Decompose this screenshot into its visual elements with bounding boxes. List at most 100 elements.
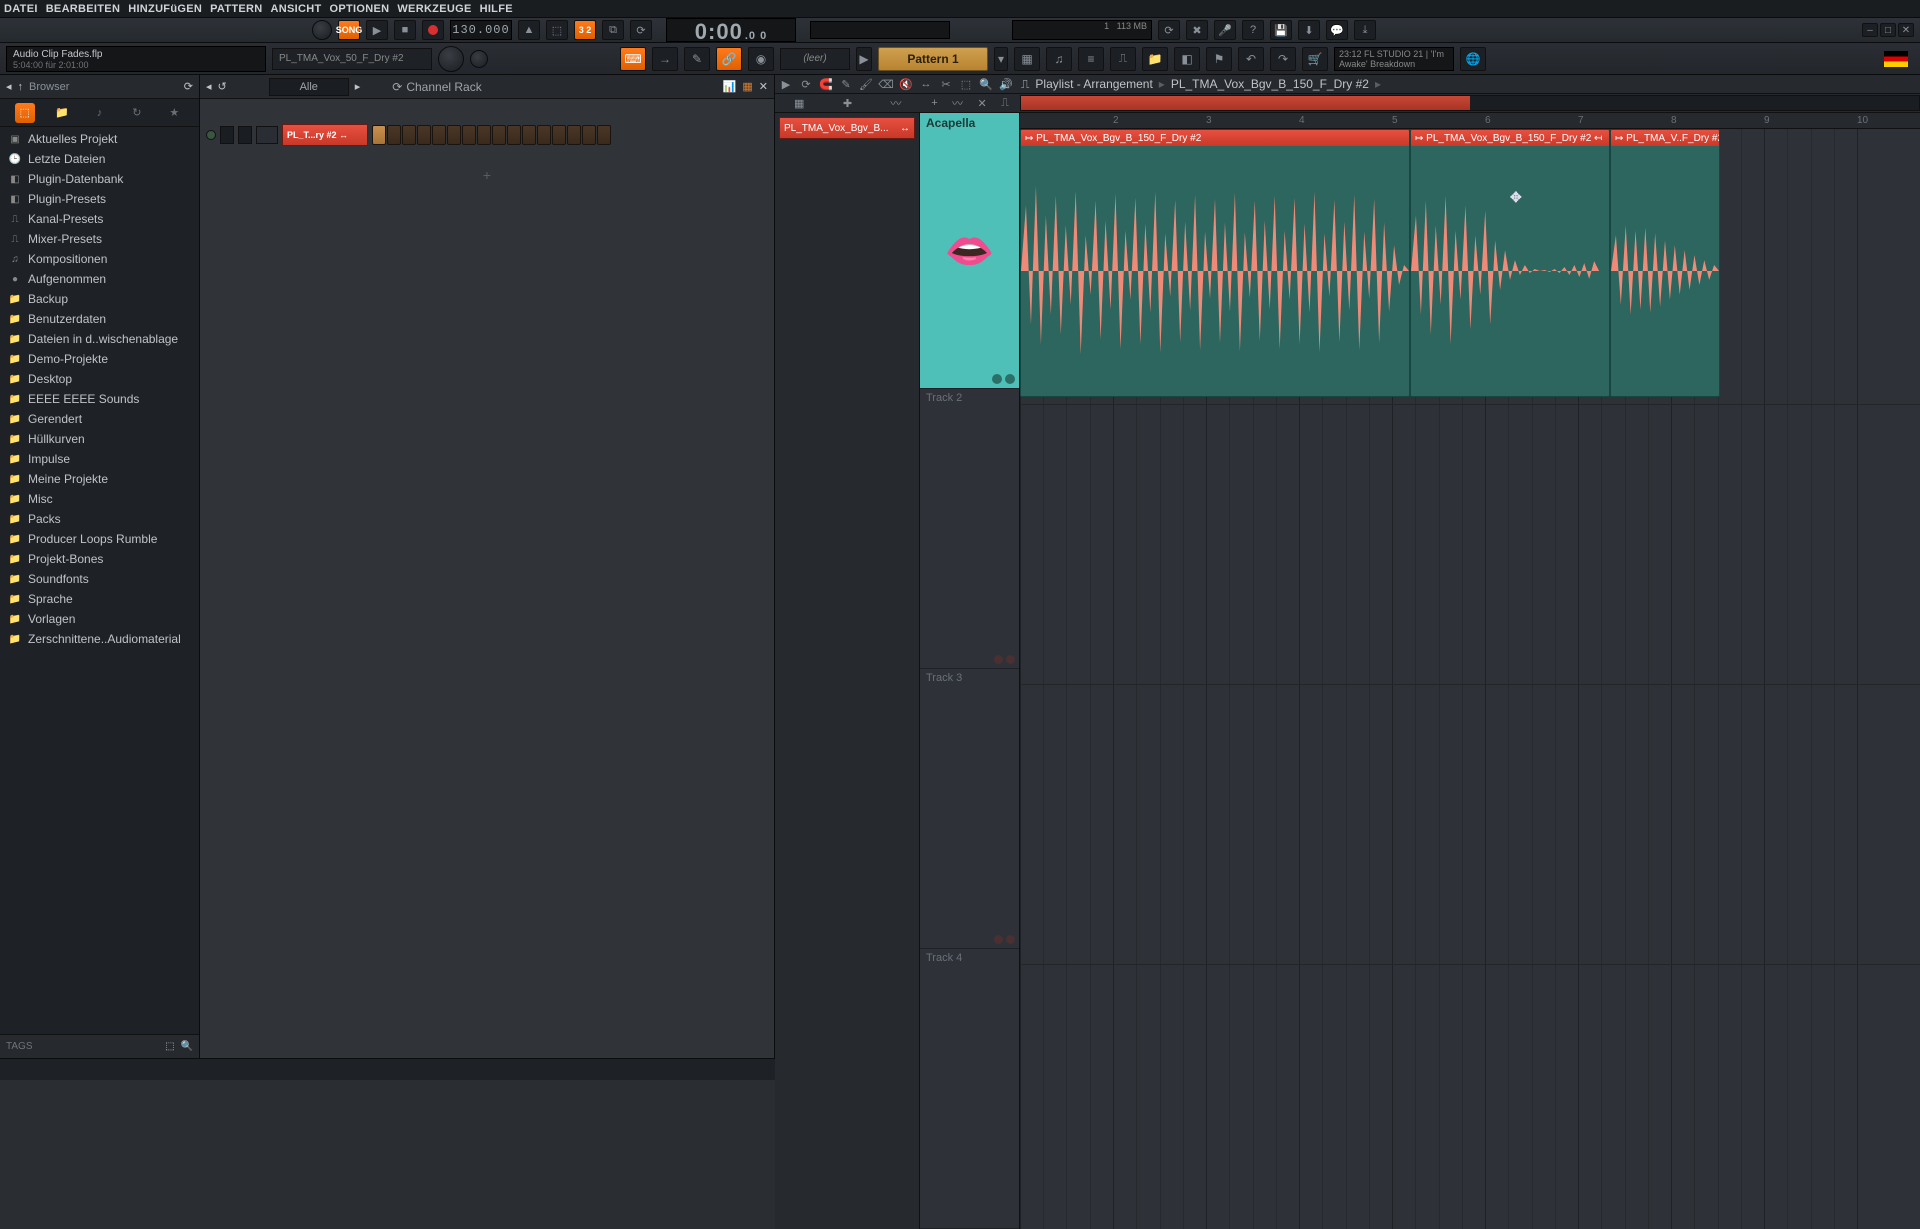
close-button[interactable]: ✕ [1898,23,1914,37]
step-4[interactable] [417,125,431,145]
plugin-icon[interactable]: ◧ [1174,47,1200,71]
loop-rec-icon[interactable]: ⟳ [630,20,652,40]
menu-bearbeiten[interactable]: BEARBEITEN [46,3,121,15]
play-button[interactable]: ▶ [366,20,388,40]
pl-magnet-icon[interactable]: 🧲 [817,75,835,93]
pl-mute-icon[interactable]: 🔇 [897,75,915,93]
pl-sync-icon[interactable]: ⟳ [797,75,815,93]
time-ruler[interactable]: 2 3 4 5 6 7 8 9 10 [1020,113,1920,129]
metronome-icon[interactable]: ▲ [518,20,540,40]
minimize-button[interactable]: – [1862,23,1878,37]
track-header-1[interactable]: Acapella 👄 [920,113,1019,389]
clip-1-header[interactable]: ↦ PL_TMA_Vox_Bgv_B_150_F_Dry #2 [1021,130,1409,146]
channel-button[interactable]: PL_T...ry #2 ↔ [282,124,368,146]
undo-icon[interactable]: ↶ [1238,47,1264,71]
pl-select-icon[interactable]: ⬚ [957,75,975,93]
step-13[interactable] [552,125,566,145]
piano-roll-icon[interactable]: ♫ [1046,47,1072,71]
render-icon[interactable]: ⬇ [1298,20,1320,40]
cr-graph-icon[interactable]: 📊 [723,80,737,93]
channel-rack-icon[interactable]: ≡ [1078,47,1104,71]
step-14[interactable] [567,125,581,145]
tree-item-kanal-presets[interactable]: ⎍Kanal-Presets [0,209,199,229]
track-2-name[interactable]: Track 2 [920,389,1019,407]
step-5[interactable] [432,125,446,145]
overdub-icon[interactable]: ⧉ [602,20,624,40]
tree-item-mixer-presets[interactable]: ⎍Mixer-Presets [0,229,199,249]
browser-icon[interactable]: 📁 [1142,47,1168,71]
step-3[interactable] [402,125,416,145]
wait-input-icon[interactable]: ⬚ [546,20,568,40]
audio-clip-2[interactable]: ↦ PL_TMA_Vox_Bgv_B_150_F_Dry #2 ↤ [1410,129,1610,397]
maximize-button[interactable]: □ [1880,23,1896,37]
menu-werkzeuge[interactable]: WERKZEUGE [397,3,471,15]
typing-keyboard-icon[interactable]: ⌨ [620,47,646,71]
tree-item-sprache[interactable]: 📁Sprache [0,589,199,609]
track-close-icon[interactable]: ✕ [977,97,986,110]
pl-brush-icon[interactable]: 🖌 [857,75,875,93]
add-channel-button[interactable]: + [200,167,774,183]
track-1-name[interactable]: Acapella [920,113,1019,133]
clip-3-header[interactable]: ↦ PL_TMA_V..F_Dry #2 [1611,130,1719,146]
menu-ansicht[interactable]: ANSICHT [271,3,322,15]
track-add-icon[interactable]: + [931,97,937,109]
cr-dropdown-icon[interactable]: ▸ [355,80,361,93]
save-icon[interactable]: 💾 [1270,20,1292,40]
browser-search-icon[interactable]: 🔍 [181,1041,193,1052]
tree-item-misc[interactable]: 📁Misc [0,489,199,509]
tree-item-benutzerdaten[interactable]: 📁Benutzerdaten [0,309,199,329]
time-display[interactable]: 0:00.0 0 [666,18,796,42]
step-6[interactable] [447,125,461,145]
picker-grid-icon[interactable]: ▦ [790,94,808,112]
step-2[interactable] [387,125,401,145]
picker-add-icon[interactable]: ✚ [838,94,856,112]
audio-clip-3[interactable]: ↦ PL_TMA_V..F_Dry #2 [1610,129,1720,397]
track-1-lane[interactable]: ↦ PL_TMA_Vox_Bgv_B_150_F_Dry #2 ↦ PL_TMA… [1020,129,1920,405]
menu-hinzufuegen[interactable]: HINZUFüGEN [128,3,202,15]
track-1-mute[interactable] [992,374,1002,384]
picker-wave-icon[interactable]: 〰 [887,94,905,112]
midi-play-icon[interactable]: ▶ [856,47,872,71]
tree-item-zerschnittene[interactable]: 📁Zerschnittene..Audiomaterial [0,629,199,649]
globe-icon[interactable]: 🌐 [1460,47,1486,71]
channel-volume-knob[interactable] [438,46,464,72]
track-1-solo[interactable] [1005,374,1015,384]
clip-name-box[interactable]: PL_TMA_Vox_50_F_Dry #2 [272,48,432,70]
tree-item-demo-projekte[interactable]: 📁Demo-Projekte [0,349,199,369]
language-flag-icon[interactable] [1884,51,1908,67]
record-button[interactable] [422,20,444,40]
channel-pan-knob[interactable] [220,126,234,144]
playlist-minimap[interactable] [1020,95,1920,111]
countdown-icon[interactable]: 3 2 [574,20,596,40]
shop-icon[interactable]: 🛒 [1302,47,1328,71]
track-header-4[interactable]: Track 4 [920,949,1019,1229]
tree-item-backup[interactable]: 📁Backup [0,289,199,309]
pl-slip-icon[interactable]: ↔ [917,75,935,93]
menu-pattern[interactable]: PATTERN [210,3,262,15]
step-10[interactable] [507,125,521,145]
track-header-2[interactable]: Track 2 [920,389,1019,669]
tools-icon[interactable]: ✖ [1186,20,1208,40]
download-icon[interactable]: ⤓ [1354,20,1376,40]
pattern-selector[interactable]: Pattern 1 [878,47,988,71]
playlist-view-icon[interactable]: ▦ [1014,47,1040,71]
redo-icon[interactable]: ↷ [1270,47,1296,71]
tree-item-plugin-presets[interactable]: ◧Plugin-Presets [0,189,199,209]
tree-item-eeee-sounds[interactable]: 📁EEEE EEEE Sounds [0,389,199,409]
channel-pan-knob[interactable] [470,50,488,68]
browser-audio-icon[interactable]: ♪ [89,103,109,123]
step-7[interactable] [462,125,476,145]
breadcrumb-clip[interactable]: PL_TMA_Vox_Bgv_B_150_F_Dry #2 [1171,77,1369,91]
track-wave-icon[interactable]: 〰 [952,95,963,111]
tree-item-projekt-bones[interactable]: 📁Projekt-Bones [0,549,199,569]
step-16[interactable] [597,125,611,145]
browser-settings-icon[interactable]: ⬚ [165,1041,174,1052]
tree-item-aufgenommen[interactable]: ●Aufgenommen [0,269,199,289]
browser-back-icon[interactable]: ↑ [18,81,24,93]
track-3-name[interactable]: Track 3 [920,669,1019,687]
wand-icon[interactable]: ✎ [684,47,710,71]
live-icon[interactable]: ◉ [748,47,774,71]
tree-item-gerendert[interactable]: 📁Gerendert [0,409,199,429]
browser-refresh-icon[interactable]: ⟳ [184,80,193,93]
tree-item-producer-loops[interactable]: 📁Producer Loops Rumble [0,529,199,549]
